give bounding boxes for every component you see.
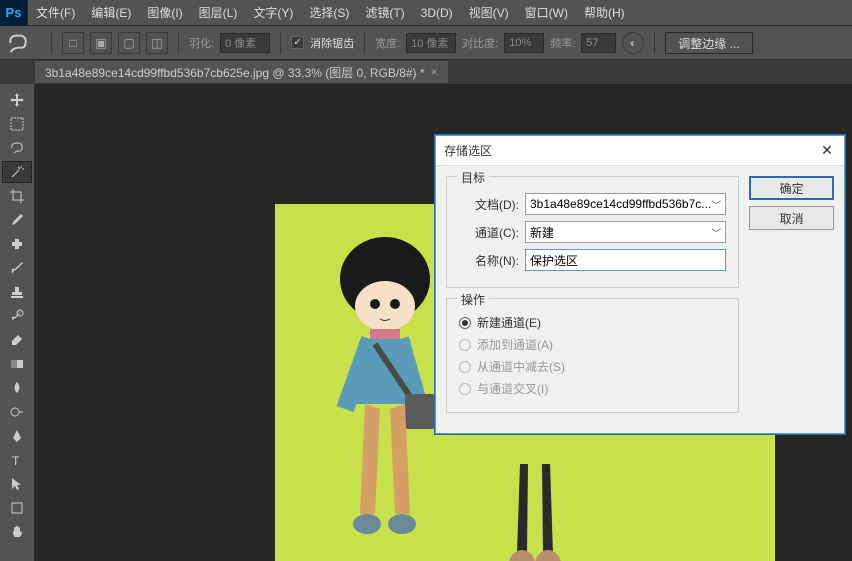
feather-input[interactable]: [220, 33, 270, 53]
intersect-selection-icon[interactable]: ◫: [146, 32, 168, 54]
gradient-tool-icon[interactable]: [2, 353, 32, 375]
marquee-tool-icon[interactable]: [2, 113, 32, 135]
path-selection-tool-icon[interactable]: [2, 473, 32, 495]
chevron-down-icon: ﹀: [711, 197, 721, 212]
refine-edge-button[interactable]: 调整边缘 ...: [665, 32, 752, 54]
menu-layer[interactable]: 图层(L): [191, 0, 246, 26]
tab-close-icon[interactable]: ×: [431, 65, 438, 79]
antialias-checkbox[interactable]: ✓: [291, 36, 304, 49]
target-fieldset: 目标 文档(D): 3b1a48e89ce14cd99ffbd536b7c...…: [446, 176, 739, 288]
dialog-title: 存储选区: [444, 142, 492, 159]
menu-view[interactable]: 视图(V): [461, 0, 517, 26]
antialias-label: 消除锯齿: [310, 35, 354, 51]
stamp-tool-icon[interactable]: [2, 281, 32, 303]
menubar: Ps 文件(F) 编辑(E) 图像(I) 图层(L) 文字(Y) 选择(S) 滤…: [0, 0, 852, 26]
feather-label: 羽化:: [189, 35, 214, 51]
healing-tool-icon[interactable]: [2, 233, 32, 255]
menu-3d[interactable]: 3D(D): [413, 0, 461, 26]
pen-pressure-icon[interactable]: ◐: [622, 32, 644, 54]
new-selection-icon[interactable]: □: [62, 32, 84, 54]
chevron-down-icon: ﹀: [711, 225, 721, 240]
eraser-tool-icon[interactable]: [2, 329, 32, 351]
blur-tool-icon[interactable]: [2, 377, 32, 399]
history-brush-tool-icon[interactable]: [2, 305, 32, 327]
document-select[interactable]: 3b1a48e89ce14cd99ffbd536b7c... ﹀: [525, 193, 726, 215]
options-bar: ▾ □ ▣ ▢ ◫ 羽化: ✓ 消除锯齿 宽度: 对比度: 频率: ◐ 调整边缘…: [0, 26, 852, 60]
width-label: 宽度:: [375, 35, 400, 51]
menu-image[interactable]: 图像(I): [139, 0, 190, 26]
width-input[interactable]: [406, 33, 456, 53]
close-icon[interactable]: ✕: [818, 142, 836, 160]
channel-select[interactable]: 新建 ﹀: [525, 221, 726, 243]
subtract-selection-icon[interactable]: ▢: [118, 32, 140, 54]
tool-dropdown-icon[interactable]: ▾: [36, 37, 41, 48]
character-boy: [320, 234, 450, 554]
name-label: 名称(N):: [459, 252, 519, 269]
name-input[interactable]: [525, 249, 726, 271]
radio-new-label: 新建通道(E): [477, 314, 541, 331]
save-selection-dialog: 存储选区 ✕ 目标 文档(D): 3b1a48e89ce14cd99ffbd53…: [435, 135, 845, 434]
character-girl-legs: [495, 464, 575, 561]
menu-edit[interactable]: 编辑(E): [83, 0, 139, 26]
shape-tool-icon[interactable]: [2, 497, 32, 519]
lasso-tool-icon[interactable]: [6, 31, 30, 55]
radio-sub-label: 从通道中减去(S): [477, 358, 565, 375]
dodge-tool-icon[interactable]: [2, 401, 32, 423]
document-value: 3b1a48e89ce14cd99ffbd536b7c...: [530, 197, 711, 211]
document-tabbar: 3b1a48e89ce14cd99ffbd536b7cb625e.jpg @ 3…: [0, 60, 852, 84]
tab-title: 3b1a48e89ce14cd99ffbd536b7cb625e.jpg @ 3…: [45, 64, 425, 81]
radio-new-channel[interactable]: [459, 317, 471, 329]
radio-add-channel: [459, 339, 471, 351]
ps-logo: Ps: [0, 0, 28, 26]
move-tool-icon[interactable]: [2, 89, 32, 111]
operation-fieldset: 操作 新建通道(E) 添加到通道(A) 从通道中减去(S) 与通道交叉(I): [446, 298, 739, 413]
radio-int-label: 与通道交叉(I): [477, 380, 548, 397]
document-tab[interactable]: 3b1a48e89ce14cd99ffbd536b7cb625e.jpg @ 3…: [35, 61, 448, 83]
freq-label: 频率:: [550, 35, 575, 51]
dialog-titlebar[interactable]: 存储选区 ✕: [436, 136, 844, 166]
eyedropper-tool-icon[interactable]: [2, 209, 32, 231]
type-tool-icon[interactable]: T: [2, 449, 32, 471]
hand-tool-icon[interactable]: [2, 521, 32, 543]
menu-type[interactable]: 文字(Y): [245, 0, 301, 26]
menu-window[interactable]: 窗口(W): [517, 0, 576, 26]
menu-file[interactable]: 文件(F): [28, 0, 83, 26]
menu-help[interactable]: 帮助(H): [576, 0, 633, 26]
brush-tool-icon[interactable]: [2, 257, 32, 279]
lasso-tool-icon[interactable]: [2, 137, 32, 159]
contrast-input[interactable]: [504, 33, 544, 53]
radio-add-label: 添加到通道(A): [477, 336, 553, 353]
radio-sub-channel: [459, 361, 471, 373]
radio-int-channel: [459, 383, 471, 395]
ok-button[interactable]: 确定: [749, 176, 834, 200]
pen-tool-icon[interactable]: [2, 425, 32, 447]
menu-select[interactable]: 选择(S): [301, 0, 357, 26]
menu-filter[interactable]: 滤镜(T): [357, 0, 412, 26]
channel-value: 新建: [530, 224, 554, 241]
freq-input[interactable]: [581, 33, 616, 53]
target-legend: 目标: [457, 169, 489, 186]
magic-wand-tool-icon[interactable]: [2, 161, 32, 183]
svg-text:T: T: [12, 454, 20, 468]
add-selection-icon[interactable]: ▣: [90, 32, 112, 54]
operation-legend: 操作: [457, 291, 489, 308]
toolbar: T: [0, 84, 35, 561]
contrast-label: 对比度:: [462, 35, 498, 51]
document-label: 文档(D):: [459, 196, 519, 213]
channel-label: 通道(C):: [459, 224, 519, 241]
crop-tool-icon[interactable]: [2, 185, 32, 207]
cancel-button[interactable]: 取消: [749, 206, 834, 230]
